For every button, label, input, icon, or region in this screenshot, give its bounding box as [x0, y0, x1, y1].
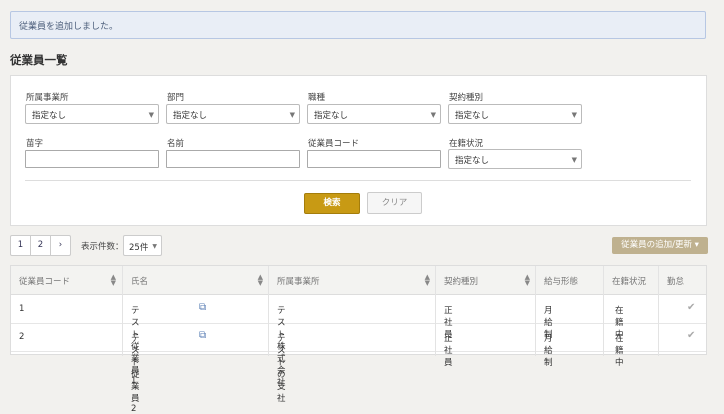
first-name-label: 名前: [167, 139, 185, 149]
add-update-employee-button[interactable]: 従業員の追加/更新 ▾: [612, 237, 708, 254]
cell-contract-text: 正社員: [444, 334, 453, 368]
page-2-button[interactable]: 2: [30, 235, 51, 256]
header-status-label: 在籍状況: [612, 277, 647, 287]
header-code[interactable]: 従業員コード ▲ ▼: [11, 266, 122, 294]
check-icon: ✔: [687, 330, 696, 341]
job-type-filter-value: 指定なし: [314, 111, 349, 121]
sort-icon: ▲ ▼: [110, 273, 116, 287]
cell-pay-text: 月給制: [544, 334, 553, 368]
external-link-icon[interactable]: ⧉: [199, 302, 206, 313]
column-divider: [435, 266, 436, 356]
clear-button[interactable]: クリア: [367, 192, 422, 214]
column-divider: [122, 266, 123, 356]
cell-office-text: テストの支社: [277, 334, 286, 404]
header-name[interactable]: 氏名 ▲ ▼: [123, 266, 269, 294]
cell-code-text: 2: [19, 332, 25, 342]
column-divider: [658, 266, 659, 356]
cell-attendance: ✔: [659, 295, 706, 323]
contract-type-filter-label: 契約種別: [449, 93, 484, 103]
header-office-label: 所属事業所: [277, 277, 320, 287]
header-name-label: 氏名: [131, 277, 149, 287]
header-pay: 給与形態: [536, 266, 604, 294]
sort-icon: ▲ ▼: [257, 273, 263, 287]
alert-message: 従業員を追加しました。: [19, 22, 119, 32]
status-filter-value: 指定なし: [455, 156, 490, 166]
employee-code-input[interactable]: [307, 150, 441, 168]
sort-icon: ▲ ▼: [524, 273, 530, 287]
employee-code-label: 従業員コード: [308, 139, 360, 149]
department-filter-select[interactable]: 指定なし ▼: [166, 104, 300, 124]
contract-type-filter-select[interactable]: 指定なし ▼: [448, 104, 582, 124]
chevron-down-icon: ▼: [571, 111, 577, 119]
status-filter-label: 在籍状況: [449, 139, 484, 149]
search-panel: 所属事業所 指定なし ▼ 部門 指定なし ▼ 職種 指定なし ▼ 契約種別 指定…: [10, 75, 707, 226]
office-filter-value: 指定なし: [32, 111, 67, 121]
success-alert: 従業員を追加しました。: [10, 11, 706, 39]
header-office[interactable]: 所属事業所 ▲ ▼: [269, 266, 436, 294]
pagination: 1 2 ›: [10, 235, 71, 256]
cell-code-text: 1: [19, 304, 25, 314]
department-filter-value: 指定なし: [173, 111, 208, 121]
header-attendance: 勤怠: [659, 266, 706, 294]
cell-attendance: ✔: [659, 323, 706, 351]
first-name-input[interactable]: [166, 150, 300, 168]
page-size-label: 表示件数：: [81, 242, 124, 252]
next-page-button[interactable]: ›: [50, 235, 71, 256]
status-filter-select[interactable]: 指定なし ▼: [448, 149, 582, 169]
search-button[interactable]: 検索: [304, 193, 360, 214]
page-size-value: 25件: [129, 243, 149, 253]
page-1-button[interactable]: 1: [10, 235, 31, 256]
employee-name-link[interactable]: テスト従業員2: [131, 332, 140, 414]
chevron-down-icon: ▼: [430, 111, 436, 119]
sort-icon: ▲ ▼: [424, 273, 430, 287]
header-status: 在籍状況: [604, 266, 659, 294]
page-size-select[interactable]: 25件 ▼: [123, 235, 162, 256]
header-contract-label: 契約種別: [444, 277, 479, 287]
header-contract[interactable]: 契約種別 ▲ ▼: [436, 266, 536, 294]
last-name-input[interactable]: [25, 150, 159, 168]
chevron-down-icon: ▼: [152, 243, 157, 250]
header-pay-label: 給与形態: [544, 277, 579, 287]
header-code-label: 従業員コード: [19, 277, 71, 287]
page-title: 従業員一覧: [10, 53, 68, 67]
column-divider: [603, 266, 604, 356]
chevron-down-icon: ▼: [148, 111, 154, 119]
external-link-icon[interactable]: ⧉: [199, 330, 206, 341]
contract-type-filter-value: 指定なし: [455, 111, 490, 121]
table-header: 従業員コード ▲ ▼ 氏名 ▲ ▼ 所属事業所 ▲ ▼ 契約種別 ▲ ▼ 給与形態 在籍…: [11, 266, 706, 295]
table-row[interactable]: 2 テスト従業員2 ⧉ テストの支社 正社員 月給制 在籍中 ✔: [11, 323, 706, 414]
office-filter-label: 所属事業所: [26, 93, 69, 103]
divider: [25, 180, 691, 181]
column-divider: [268, 266, 269, 356]
office-filter-select[interactable]: 指定なし ▼: [25, 104, 159, 124]
cell-status-text: 在籍中: [615, 334, 624, 368]
chevron-down-icon: ▼: [289, 111, 295, 119]
column-divider: [535, 266, 536, 356]
chevron-down-icon: ▼: [571, 156, 577, 164]
last-name-label: 苗字: [26, 139, 44, 149]
job-type-filter-select[interactable]: 指定なし ▼: [307, 104, 441, 124]
employee-table: 従業員コード ▲ ▼ 氏名 ▲ ▼ 所属事業所 ▲ ▼ 契約種別 ▲ ▼ 給与形態 在籍…: [10, 265, 707, 414]
table-row[interactable]: 1 テスト従業員1 ⧉ テスト株式会社 正社員 月給制 在籍中 ✔: [11, 295, 706, 388]
job-type-filter-label: 職種: [308, 93, 326, 103]
department-filter-label: 部門: [167, 93, 185, 103]
check-icon: ✔: [687, 302, 696, 313]
header-attendance-label: 勤怠: [667, 277, 685, 287]
